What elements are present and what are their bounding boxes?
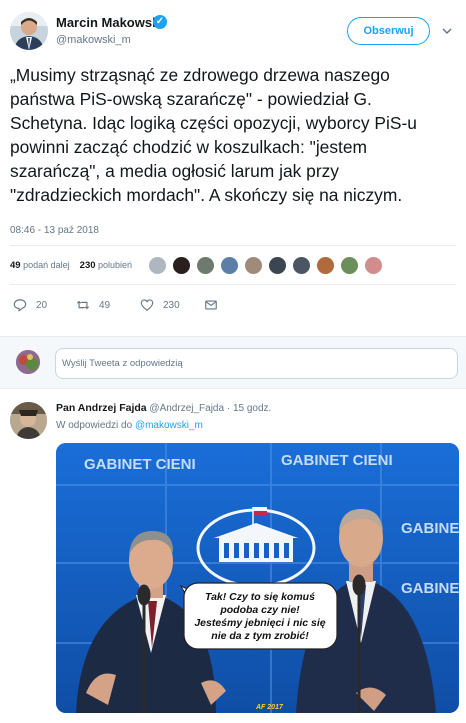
likes-count[interactable]: 230 [80, 260, 96, 271]
reply-image[interactable]: GABINET CIENI GABINET CIENI GABINET CIEN… [56, 443, 459, 713]
banner-text: GABINET CIENI [84, 456, 196, 473]
retweet-count: 49 [99, 299, 111, 311]
chevron-down-icon[interactable] [441, 24, 453, 36]
mention-link[interactable]: @makowski_m [135, 420, 203, 431]
like-count: 230 [163, 299, 180, 311]
reply-author-name[interactable]: Pan Andrzej Fajda [56, 402, 147, 414]
heart-icon [140, 299, 154, 311]
retweets-count[interactable]: 49 [10, 260, 21, 271]
reply-composer: Wyślij Tweeta z odpowiedzią [0, 336, 466, 389]
reply-context: W odpowiedzi do @makowski_m [56, 420, 203, 431]
reply-tweet: Pan Andrzej Fajda @Andrzej_Fajda · 15 go… [0, 390, 466, 723]
separator: · [226, 403, 231, 414]
bubble-text-line: podoba czy nie! [219, 604, 300, 616]
bubble-text-line: Jesteśmy jebnięci i nic się [194, 617, 325, 629]
reply-input[interactable]: Wyślij Tweeta z odpowiedzią [55, 348, 458, 379]
liker-avatar[interactable] [316, 256, 335, 275]
likes-label[interactable]: polubień [98, 260, 132, 270]
reply-time[interactable]: 15 godz. [233, 403, 271, 414]
speech-bubble: Tak! Czy to się komuś podoba czy nie! Je… [179, 582, 338, 650]
reply-icon [13, 299, 27, 312]
tweet-actions: 20 49 230 [0, 294, 466, 316]
image-signature: AF 2017 [255, 704, 284, 711]
liker-avatar[interactable] [364, 256, 383, 275]
bubble-text-line: Tak! Czy to się komuś [205, 591, 315, 603]
bubble-text-line: nie da z tym zrobić! [211, 630, 309, 642]
message-action[interactable] [204, 294, 218, 316]
main-tweet: Marcin Makowski ✓ @makowski_m Obserwuj „… [0, 0, 466, 342]
banner-text: GABINET CIENI [401, 520, 459, 537]
retweet-action[interactable]: 49 [76, 294, 110, 316]
like-action[interactable]: 230 [140, 294, 180, 316]
user-avatar[interactable] [16, 350, 40, 374]
verified-badge-icon: ✓ [153, 15, 167, 29]
envelope-icon [205, 300, 217, 310]
banner-text: GABINET CIENI [281, 452, 393, 469]
author-avatar[interactable] [10, 12, 48, 50]
banner-text: GABINET CIENI [401, 580, 459, 597]
liker-avatar[interactable] [340, 256, 359, 275]
liker-avatar[interactable] [292, 256, 311, 275]
liker-avatar[interactable] [172, 256, 191, 275]
liker-avatar[interactable] [268, 256, 287, 275]
reply-context-label: W odpowiedzi do [56, 420, 133, 431]
reply-header: Pan Andrzej Fajda @Andrzej_Fajda · 15 go… [56, 402, 271, 414]
reply-count: 20 [36, 299, 48, 311]
tweet-text: „Musimy strząsnąć ze zdrowego drzewa nas… [10, 65, 417, 205]
reply-author-handle[interactable]: @Andrzej_Fajda [149, 403, 224, 414]
reply-author-avatar[interactable] [10, 402, 47, 439]
liker-avatar[interactable] [244, 256, 263, 275]
retweets-label[interactable]: podań dalej [23, 260, 70, 270]
divider [10, 284, 456, 285]
divider [10, 245, 456, 246]
author-name[interactable]: Marcin Makowski [56, 15, 163, 30]
reply-action[interactable]: 20 [13, 294, 47, 316]
follow-button[interactable]: Obserwuj [347, 17, 430, 45]
liker-avatar[interactable] [220, 256, 239, 275]
tweet-timestamp[interactable]: 08:46 - 13 paź 2018 [10, 225, 99, 236]
author-handle[interactable]: @makowski_m [56, 34, 131, 46]
liker-avatar[interactable] [196, 256, 215, 275]
retweet-icon [76, 300, 90, 310]
tweet-stats: 49 podań dalej 230 polubień [10, 260, 132, 271]
liker-avatar[interactable] [148, 256, 167, 275]
